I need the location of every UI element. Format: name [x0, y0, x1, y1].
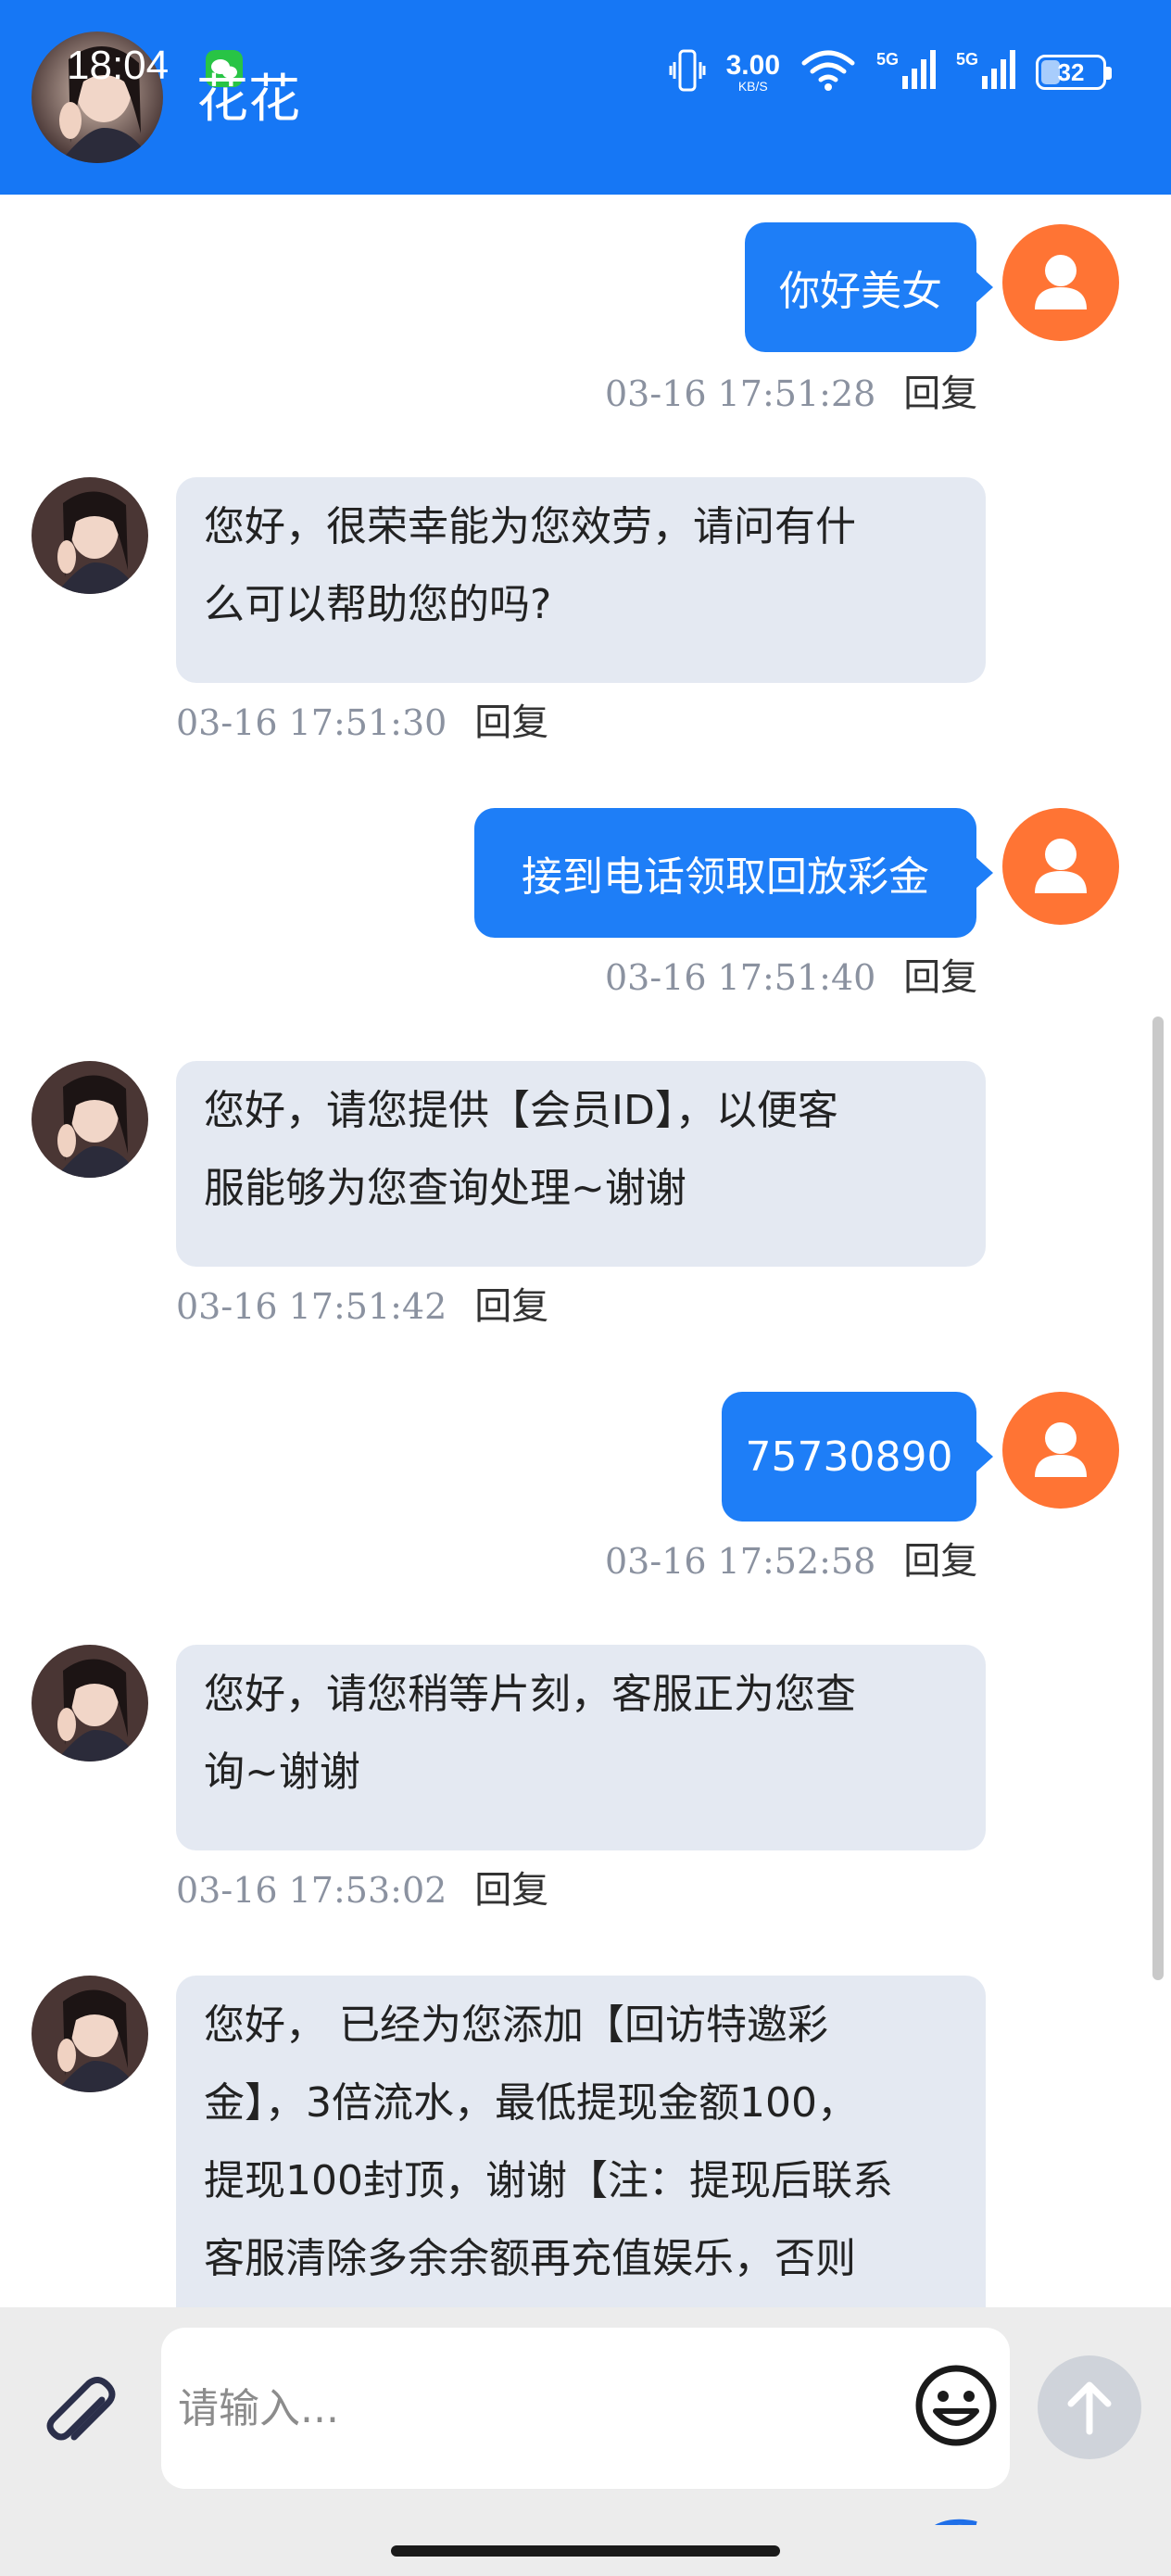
message-meta: 03-16 17:53:02 回复 [176, 1867, 548, 1913]
navigation-bar [0, 2525, 1171, 2576]
user-avatar[interactable] [1002, 1392, 1119, 1509]
message-timestamp: 03-16 17:53:02 [176, 1870, 447, 1911]
message-timestamp: 03-16 17:51:28 [605, 373, 876, 414]
message-line: 服能够为您查询处理~谢谢 [204, 1165, 686, 1212]
chat-screen: 18:04 花花 3.00 KB/S 5G 5G 32 你好美女 03-16 1… [0, 0, 1171, 2576]
reply-button[interactable]: 回复 [903, 1540, 977, 1583]
message-input[interactable] [178, 2328, 882, 2489]
wifi-icon [800, 48, 856, 96]
message-meta: 03-16 17:51:42 回复 [176, 1283, 548, 1330]
message-meta: 03-16 17:52:58 回复 [605, 1538, 977, 1585]
agent-avatar[interactable] [31, 1061, 148, 1178]
agent-avatar[interactable] [31, 1976, 148, 2092]
arrow-up-icon [1067, 2381, 1112, 2435]
signal-icon-sim2: 5G [956, 48, 1015, 96]
message-line: 您好，请您稍等片刻，客服正为您查 [204, 1671, 856, 1718]
reply-button[interactable]: 回复 [903, 956, 977, 999]
message-line: 您好，请您提供【会员ID】，以便客 [204, 1087, 838, 1134]
message-meta: 03-16 17:51:28 回复 [605, 371, 977, 417]
message-line: 您好， 已经为您添加【回访特邀彩 [204, 2001, 828, 2049]
message-text: 你好美女 [779, 268, 942, 315]
battery-icon: 32 [1036, 55, 1112, 90]
status-icons: 3.00 KB/S 5G 5G 32 [669, 46, 1112, 98]
signal-1-label: 5G [876, 50, 899, 69]
paperclip-icon[interactable] [35, 2363, 124, 2452]
incoming-message-bubble[interactable]: 您好，很荣幸能为您效劳，请问有什 么可以帮助您的吗? [176, 477, 986, 683]
message-input-container [161, 2328, 1010, 2489]
agent-avatar[interactable] [31, 1645, 148, 1762]
reply-button[interactable]: 回复 [474, 701, 548, 744]
person-icon [1035, 255, 1087, 309]
message-meta: 03-16 17:51:40 回复 [605, 954, 977, 1001]
outgoing-message-bubble[interactable]: 你好美女 [745, 222, 993, 352]
outgoing-message-bubble[interactable]: 接到电话领取回放彩金 [474, 808, 993, 938]
reply-button[interactable]: 回复 [474, 1869, 548, 1912]
user-avatar[interactable] [1002, 224, 1119, 341]
person-icon [1035, 839, 1087, 893]
agent-avatar[interactable] [31, 477, 148, 594]
home-gesture-handle[interactable] [391, 2545, 780, 2557]
message-line: 么可以帮助您的吗? [204, 581, 552, 628]
message-meta: 03-16 17:51:30 回复 [176, 700, 548, 746]
reply-button[interactable]: 回复 [474, 1285, 548, 1328]
message-list[interactable]: 你好美女 03-16 17:51:28 回复 您好，很荣幸能为您效劳，请问有什 么… [0, 195, 1171, 2307]
message-line: 客服清除多余余额再充值娱乐，否则 [204, 2235, 856, 2282]
scrollbar[interactable] [1152, 1017, 1164, 1980]
message-timestamp: 03-16 17:51:30 [176, 702, 447, 743]
status-time: 18:04 [67, 43, 170, 88]
message-text: 接到电话领取回放彩金 [522, 853, 929, 901]
user-avatar[interactable] [1002, 808, 1119, 925]
smiley-icon[interactable] [912, 2361, 1001, 2450]
battery-level: 32 [1057, 58, 1085, 86]
incoming-message-bubble[interactable]: 您好， 已经为您添加【回访特邀彩 金】，3倍流水，最低提现金额100， 提现10… [176, 1976, 986, 2307]
message-timestamp: 03-16 17:51:42 [176, 1286, 447, 1327]
person-icon [1035, 1422, 1087, 1477]
incoming-message-bubble[interactable]: 您好，请您稍等片刻，客服正为您查 询~谢谢 [176, 1645, 986, 1850]
reply-button[interactable]: 回复 [903, 373, 977, 415]
message-line: 金】，3倍流水，最低提现金额100， [204, 2079, 858, 2127]
message-line: 提现100封顶，谢谢【注：提现后联系 [204, 2157, 893, 2204]
message-line: 您好，很荣幸能为您效劳，请问有什 [204, 503, 856, 550]
network-speed: 3.00 KB/S [725, 50, 780, 94]
message-line: 询~谢谢 [204, 1749, 360, 1796]
send-button[interactable] [1038, 2355, 1141, 2459]
contact-name: 花花 [196, 69, 300, 130]
battery-tip [1106, 67, 1112, 80]
signal-2-label: 5G [956, 50, 978, 69]
message-text: 75730890 [745, 1433, 953, 1481]
message-timestamp: 03-16 17:51:40 [605, 957, 876, 998]
chat-header: 18:04 花花 3.00 KB/S 5G 5G 32 [0, 0, 1171, 195]
outgoing-message-bubble[interactable]: 75730890 [722, 1392, 993, 1522]
message-timestamp: 03-16 17:52:58 [605, 1541, 876, 1582]
network-speed-unit: KB/S [737, 79, 768, 94]
incoming-message-bubble[interactable]: 您好，请您提供【会员ID】，以便客 服能够为您查询处理~谢谢 [176, 1061, 986, 1267]
signal-icon-sim1: 5G [876, 48, 936, 96]
network-speed-value: 3.00 [725, 50, 780, 81]
vibrate-icon [669, 47, 706, 97]
